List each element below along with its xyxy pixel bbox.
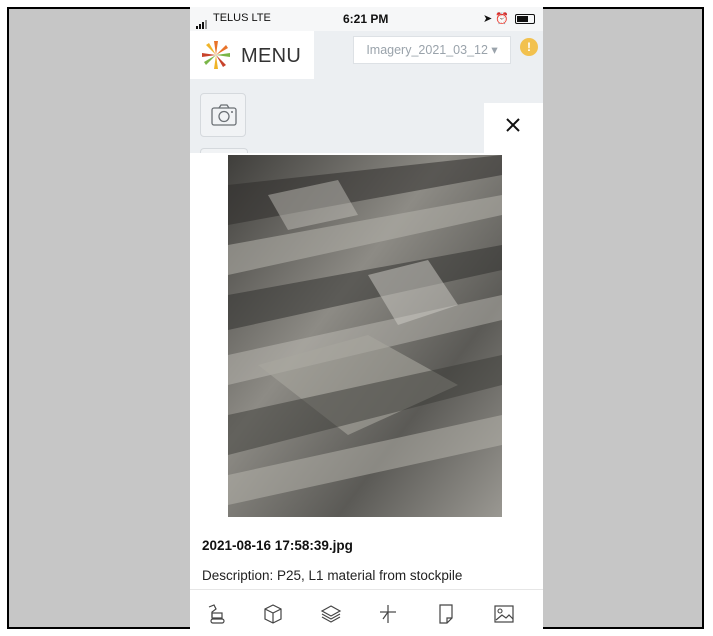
signal-strength-icon (196, 15, 208, 29)
alert-badge[interactable]: ! (520, 38, 538, 56)
close-icon[interactable] (501, 113, 525, 137)
phone-screen: TELUS LTE 6:21 PM ➤ ⏰ MENU Imagery_2021_… (190, 7, 543, 629)
photo-viewer-modal: 2021-08-16 17:58:39.jpg Description: P25… (190, 153, 543, 629)
carrier-label: TELUS LTE (213, 12, 271, 24)
battery-icon (515, 14, 535, 25)
alarm-icon: ⏰ (495, 13, 509, 25)
status-bar: TELUS LTE 6:21 PM ➤ ⏰ (190, 7, 543, 31)
camera-icon (211, 104, 237, 126)
app-logo-icon (202, 41, 230, 69)
cube-icon[interactable] (262, 603, 284, 625)
layers-icon[interactable] (320, 603, 342, 625)
excavator-icon[interactable] (206, 603, 228, 625)
clock: 6:21 PM (343, 12, 389, 26)
status-icons: ➤ ⏰ (483, 12, 535, 25)
photo-description: Description: P25, L1 material from stock… (202, 568, 463, 583)
camera-button[interactable] (200, 93, 246, 137)
photo-filename: 2021-08-16 17:58:39.jpg (202, 538, 353, 553)
image-icon[interactable] (493, 603, 515, 625)
bottom-toolbar (190, 589, 543, 629)
close-tab (484, 103, 543, 153)
imagery-dropdown[interactable]: Imagery_2021_03_12 ▾ (353, 36, 511, 64)
menu-label: MENU (241, 45, 302, 67)
menu-button[interactable]: MENU (190, 31, 314, 79)
plus-cross-icon[interactable] (377, 603, 399, 625)
location-arrow-icon: ➤ (482, 13, 493, 25)
site-photo (228, 155, 502, 517)
note-icon[interactable] (435, 603, 457, 625)
